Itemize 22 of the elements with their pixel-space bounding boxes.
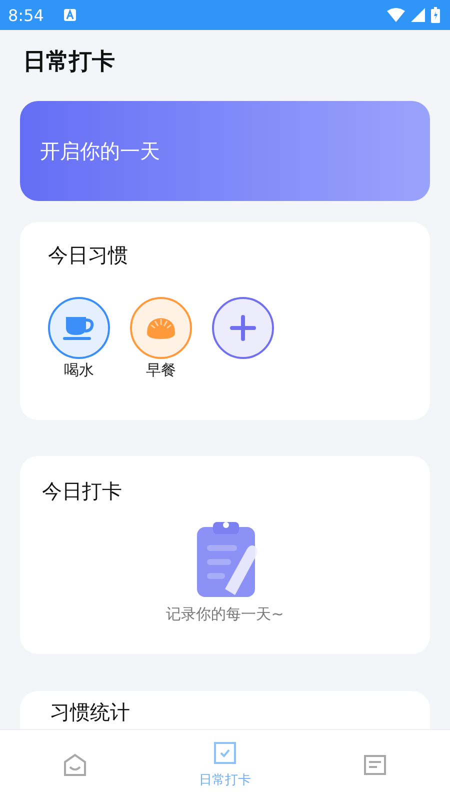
habit-label: 喝水 — [64, 361, 94, 380]
card-title: 习惯统计 — [50, 699, 131, 726]
wifi-icon — [387, 8, 405, 22]
page-title: 日常打卡 — [22, 48, 116, 77]
document-icon — [363, 753, 387, 777]
habit-label: 早餐 — [146, 361, 176, 380]
tab[interactable]: 日常打卡 — [150, 730, 300, 800]
signal-icon — [411, 8, 425, 22]
banner-card[interactable]: 开启你的一天 — [20, 101, 430, 201]
clipboard-icon — [195, 519, 259, 599]
card-title: 今日习惯 — [48, 242, 129, 269]
checkbox-icon — [213, 741, 237, 765]
home-icon — [63, 753, 87, 777]
battery-icon — [431, 7, 440, 23]
card-title: 今日打卡 — [42, 478, 123, 505]
notification-icon — [64, 9, 76, 21]
empty-text: 记录你的每一天~ — [166, 605, 284, 624]
banner-text: 开启你的一天 — [40, 138, 160, 164]
bun-icon — [145, 315, 177, 341]
cup-icon — [62, 314, 96, 342]
status-time: 8:54 — [8, 6, 44, 24]
plus-icon — [229, 314, 257, 342]
